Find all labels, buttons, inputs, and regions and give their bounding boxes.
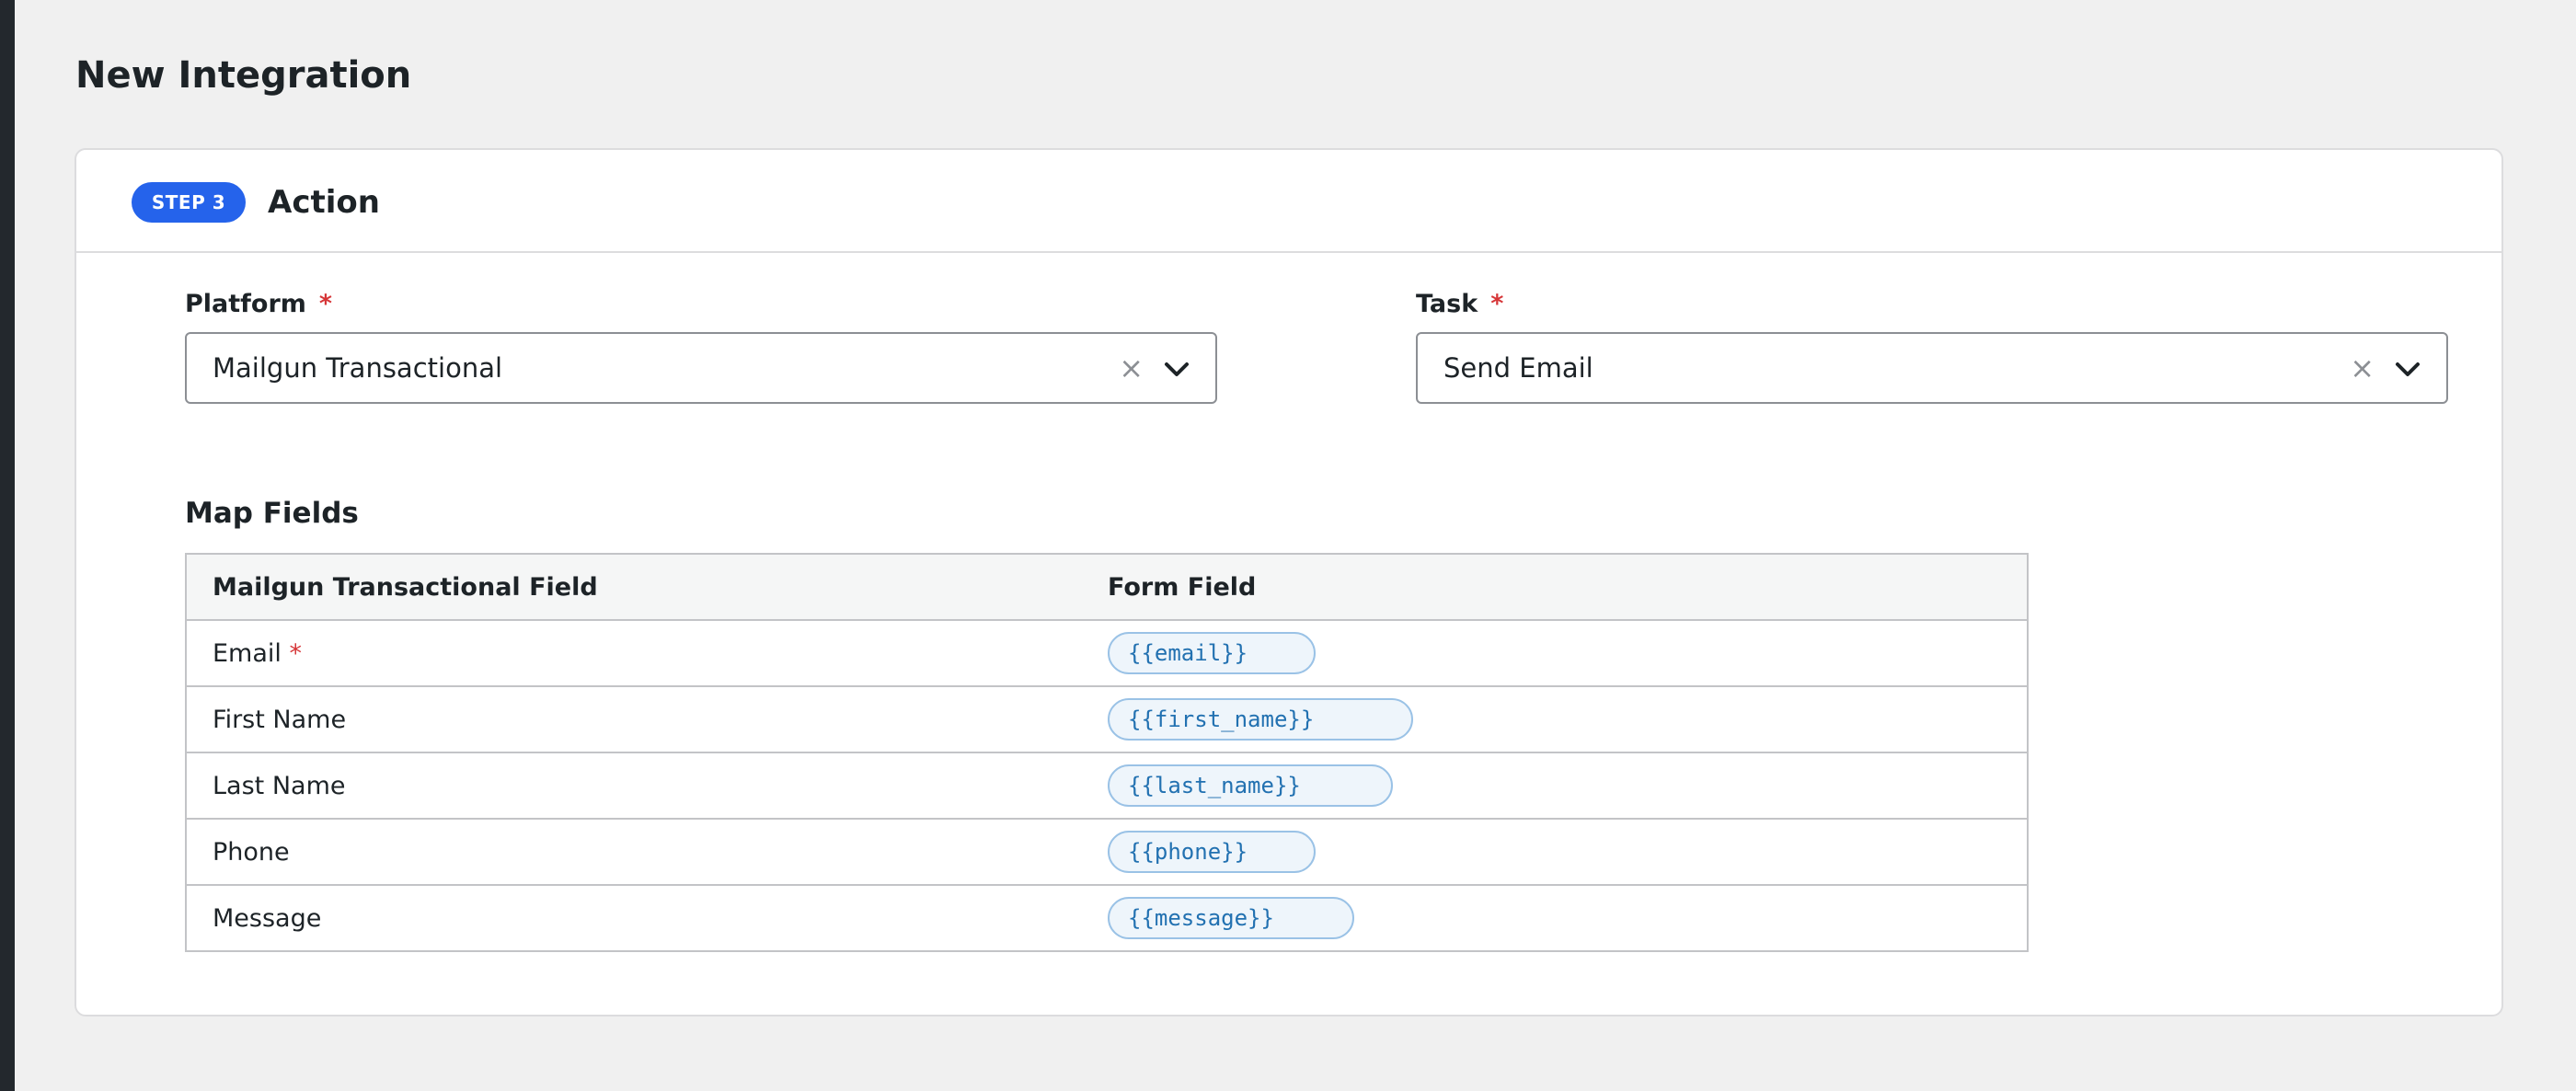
card-header: STEP 3 Action bbox=[76, 150, 2501, 253]
task-select[interactable]: Send Email × bbox=[1416, 332, 2448, 404]
merge-tag[interactable]: {{message}} bbox=[1108, 897, 1354, 939]
card-title: Action bbox=[268, 184, 380, 221]
map-fields-title: Map Fields bbox=[185, 497, 359, 530]
merge-tag[interactable]: {{first_name}} bbox=[1108, 698, 1413, 741]
field-name-cell: Last Name bbox=[185, 752, 1108, 820]
form-field-cell: {{email}} bbox=[1108, 619, 2029, 687]
platform-select-value: Mailgun Transactional bbox=[213, 352, 503, 384]
table-header-row: Mailgun Transactional Field Form Field bbox=[185, 553, 2029, 621]
platform-label-text: Platform bbox=[185, 290, 306, 318]
step-badge: STEP 3 bbox=[132, 182, 246, 223]
table-row: First Name {{first_name}} bbox=[185, 685, 2029, 753]
field-name-cell: First Name bbox=[185, 685, 1108, 753]
task-label: Task * bbox=[1416, 290, 1503, 319]
table-row: Last Name {{last_name}} bbox=[185, 752, 2029, 820]
field-map-table: Mailgun Transactional Field Form Field E… bbox=[185, 553, 2029, 952]
chevron-down-icon[interactable] bbox=[2395, 362, 2421, 378]
field-name: Message bbox=[213, 903, 322, 933]
integration-card: STEP 3 Action Platform * Mailgun Transact… bbox=[75, 148, 2503, 1016]
table-row: Email * {{email}} bbox=[185, 619, 2029, 687]
required-asterisk: * bbox=[1490, 290, 1504, 318]
task-label-text: Task bbox=[1416, 290, 1478, 318]
table-row: Message {{message}} bbox=[185, 884, 2029, 952]
form-field-cell: {{message}} bbox=[1108, 884, 2029, 952]
table-row: Phone {{phone}} bbox=[185, 818, 2029, 886]
field-name: Phone bbox=[213, 837, 290, 867]
required-asterisk: * bbox=[318, 290, 333, 318]
field-name: First Name bbox=[213, 705, 347, 734]
form-field-cell: {{phone}} bbox=[1108, 818, 2029, 886]
page-title: New Integration bbox=[75, 54, 412, 97]
column-header-form-field: Form Field bbox=[1108, 553, 2029, 621]
clear-icon[interactable]: × bbox=[2350, 334, 2375, 402]
merge-tag[interactable]: {{last_name}} bbox=[1108, 764, 1393, 807]
required-asterisk: * bbox=[289, 638, 303, 668]
form-field-cell: {{first_name}} bbox=[1108, 685, 2029, 753]
field-name: Email bbox=[213, 638, 282, 668]
admin-sidebar-edge bbox=[0, 0, 15, 1091]
field-name-cell: Email * bbox=[185, 619, 1108, 687]
column-header-platform-field: Mailgun Transactional Field bbox=[185, 553, 1108, 621]
platform-select[interactable]: Mailgun Transactional × bbox=[185, 332, 1217, 404]
form-field-cell: {{last_name}} bbox=[1108, 752, 2029, 820]
field-name: Last Name bbox=[213, 771, 346, 800]
merge-tag[interactable]: {{phone}} bbox=[1108, 831, 1316, 873]
clear-icon[interactable]: × bbox=[1119, 334, 1144, 402]
field-name-cell: Message bbox=[185, 884, 1108, 952]
platform-label: Platform * bbox=[185, 290, 332, 319]
task-select-value: Send Email bbox=[1443, 352, 1593, 384]
merge-tag[interactable]: {{email}} bbox=[1108, 632, 1316, 674]
field-name-cell: Phone bbox=[185, 818, 1108, 886]
chevron-down-icon[interactable] bbox=[1164, 362, 1190, 378]
